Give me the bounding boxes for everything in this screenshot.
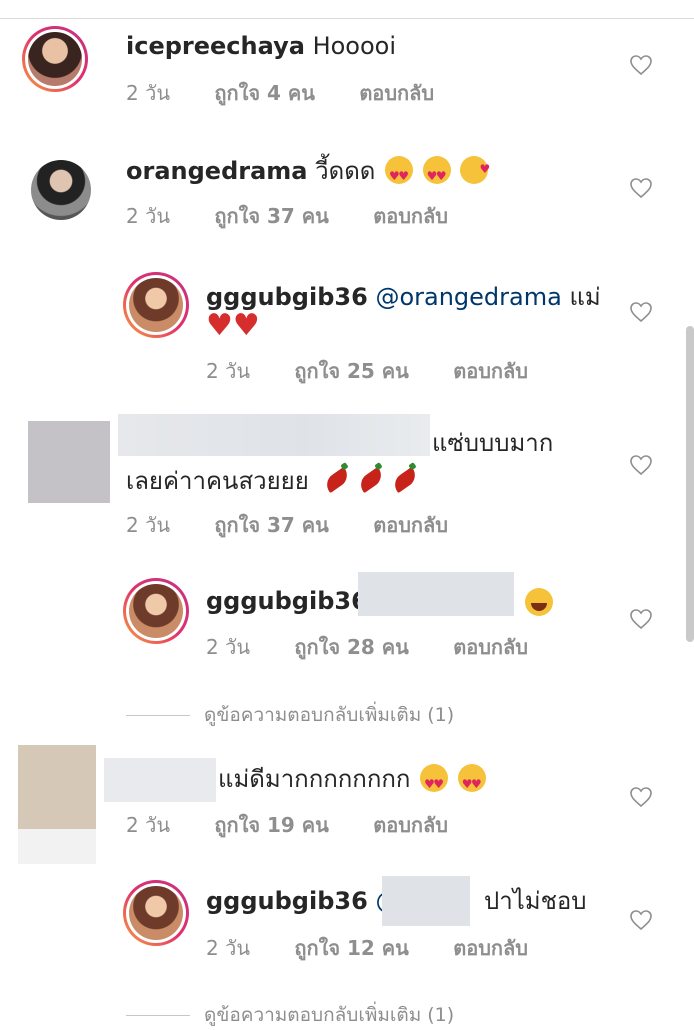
chili-pepper-icon [322, 466, 353, 494]
reply-button[interactable]: ตอบกลับ [453, 936, 528, 960]
chili-pepper-icon [356, 466, 387, 494]
chili-pepper-icon [390, 466, 421, 494]
likes-count[interactable]: ถูกใจ 12 คน [294, 936, 409, 960]
likes-count[interactable]: ถูกใจ 19 คน [214, 813, 329, 837]
username[interactable]: gggubgib36 [206, 587, 368, 615]
likes-count[interactable]: ถูกใจ 28 คน [294, 635, 409, 659]
heart-icon[interactable] [629, 908, 653, 932]
comment-body: แม่ [569, 283, 601, 311]
comment-age: 2 วัน [126, 513, 170, 537]
mention-link[interactable]: @orangedrama [375, 283, 561, 311]
redacted-mention [382, 876, 470, 926]
comment-age: 2 วัน [126, 813, 170, 837]
heart-icon[interactable] [629, 607, 653, 631]
comment-meta: 2 วัน ถูกใจ 25 คน ตอบกลับ [206, 355, 566, 387]
comment-age: 2 วัน [206, 635, 250, 659]
comment-age: 2 วัน [206, 359, 250, 383]
comment-text: gggubgib36 @orangedrama แม่ [206, 280, 601, 314]
comment-text: orangedrama วี้ดดด [126, 152, 490, 193]
comment-age: 2 วัน [126, 204, 170, 228]
redacted-username [104, 758, 216, 802]
comment-meta: 2 วัน ถูกใจ 28 คน ตอบกลับ [206, 631, 566, 663]
avatar[interactable] [28, 157, 94, 223]
comment-meta: 2 วัน ถูกใจ 19 คน ตอบกลับ [126, 809, 486, 841]
comment-body: แซ่บบบมาก [432, 429, 554, 457]
comment-age: 2 วัน [126, 81, 170, 105]
reply-button[interactable]: ตอบกลับ [359, 81, 434, 105]
comment-body: วี้ดดด [315, 157, 376, 185]
heart-icon[interactable] [629, 785, 653, 809]
comment-meta: 2 วัน ถูกใจ 37 คน ตอบกลับ [126, 509, 486, 541]
heart-icon[interactable] [629, 176, 653, 200]
redacted-mention [358, 572, 514, 616]
likes-count[interactable]: ถูกใจ 37 คน [214, 204, 329, 228]
reply-button[interactable]: ตอบกลับ [453, 635, 528, 659]
comment-text: แซ่บบบมาก [432, 426, 553, 460]
avatar[interactable] [123, 880, 189, 946]
reply-button[interactable]: ตอบกลับ [373, 513, 448, 537]
heart-eyes-emoji-icon [385, 156, 413, 193]
username[interactable]: orangedrama [126, 157, 307, 185]
heart-icon[interactable] [629, 300, 653, 324]
reply-button[interactable]: ตอบกลับ [453, 359, 528, 383]
comment-text: gggubgib36 [206, 584, 368, 618]
top-divider [0, 18, 694, 19]
redacted-avatar-lower [18, 829, 96, 864]
red-heart-icon: ♥ [232, 308, 260, 343]
heart-eyes-emoji-icon [457, 764, 486, 801]
likes-count[interactable]: ถูกใจ 37 คน [214, 513, 329, 537]
comment-text: แม่ดีมากกกกกกกก [218, 762, 486, 801]
heart-emojis: ♥♥ [206, 310, 260, 344]
comment-body: เลยค่าาคนสวยยย [126, 467, 309, 495]
avatar[interactable] [123, 272, 189, 338]
comment-body: ปาไม่ชอบ [484, 887, 587, 915]
comment-body: แม่ดีมากกกกกกกก [218, 765, 411, 793]
view-more-replies-link[interactable]: ดูข้อความตอบกลับเพิ่มเติม (1) [126, 700, 454, 730]
laughing-emoji-icon [525, 588, 553, 616]
comment-text-line2: เลยค่าาคนสวยยย [126, 464, 421, 498]
username[interactable]: icepreechaya [126, 32, 305, 60]
heart-icon[interactable] [629, 453, 653, 477]
redacted-avatar [28, 421, 110, 503]
comment-age: 2 วัน [206, 936, 250, 960]
kiss-emoji-icon [460, 152, 490, 186]
heart-eyes-emoji-icon [422, 156, 451, 193]
comment-text: icepreechaya Hooooi [126, 29, 396, 63]
comment-meta: 2 วัน ถูกใจ 12 คน ตอบกลับ [206, 932, 566, 964]
username[interactable]: gggubgib36 [206, 283, 368, 311]
heart-icon[interactable] [629, 53, 653, 77]
comment-text-tail: ปาไม่ชอบ [484, 884, 587, 918]
likes-count[interactable]: ถูกใจ 25 คน [294, 359, 409, 383]
red-heart-icon: ♥ [206, 308, 233, 343]
username[interactable]: gggubgib36 [206, 887, 368, 915]
redacted-avatar [18, 745, 96, 829]
avatar[interactable] [22, 26, 88, 92]
comment-body: Hooooi [312, 32, 397, 60]
comment-meta: 2 วัน ถูกใจ 4 คน ตอบกลับ [126, 77, 472, 109]
reply-button[interactable]: ตอบกลับ [373, 204, 448, 228]
redacted-username [118, 414, 430, 456]
likes-count[interactable]: ถูกใจ 4 คน [214, 81, 315, 105]
comment-meta: 2 วัน ถูกใจ 37 คน ตอบกลับ [126, 200, 486, 232]
avatar[interactable] [123, 578, 189, 644]
view-more-replies-link[interactable]: ดูข้อความตอบกลับเพิ่มเติม (1) [126, 1000, 454, 1030]
heart-eyes-emoji-icon [420, 764, 449, 801]
reply-button[interactable]: ตอบกลับ [373, 813, 448, 837]
comment-text: gggubgib36 @ [206, 884, 399, 918]
scrollbar[interactable] [686, 326, 694, 642]
